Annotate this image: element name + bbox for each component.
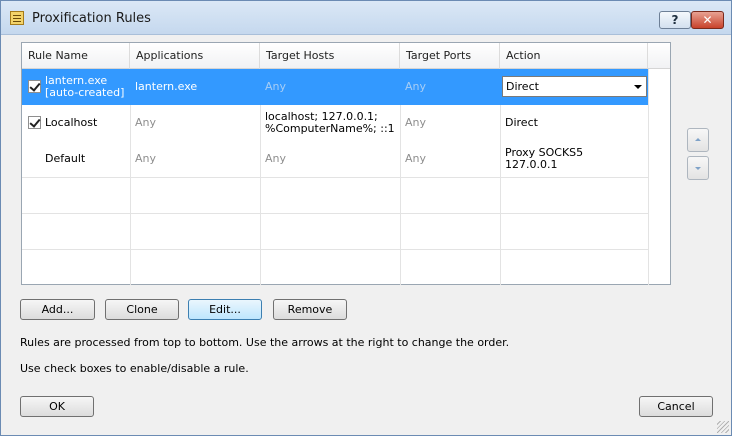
edit-button[interactable]: Edit...	[188, 299, 262, 320]
cancel-button[interactable]: Cancel	[639, 396, 713, 417]
column-divider	[648, 69, 649, 285]
applications-cell: Any	[135, 116, 157, 129]
applications-cell: Any	[135, 152, 157, 165]
rules-app-icon	[10, 11, 24, 25]
ok-button[interactable]: OK	[20, 396, 94, 417]
header-action[interactable]: Action	[500, 43, 648, 69]
row-divider	[22, 249, 648, 250]
action-line: 127.0.0.1	[505, 158, 558, 171]
chevron-down-icon	[634, 85, 642, 89]
window-title: Proxification Rules	[32, 11, 151, 26]
title-bar[interactable]: Proxification Rules ? ✕	[1, 1, 731, 35]
table-header: Rule Name Applications Target Hosts Targ…	[22, 43, 670, 69]
applications-cell: lantern.exe	[135, 80, 198, 93]
clone-button[interactable]: Clone	[105, 299, 179, 320]
rule-name-sub: [auto-created]	[45, 86, 125, 99]
help-button[interactable]: ?	[659, 11, 691, 29]
target-ports-cell: Any	[405, 116, 427, 129]
action-dropdown[interactable]: Direct	[502, 76, 647, 97]
rule-name-cell: Localhost	[45, 116, 98, 129]
move-down-button[interactable]	[687, 156, 709, 180]
row-divider	[22, 213, 648, 214]
table-row[interactable]: lantern.exe [auto-created] lantern.exe A…	[22, 69, 648, 105]
header-applications[interactable]: Applications	[130, 43, 260, 69]
rules-table[interactable]: Rule Name Applications Target Hosts Targ…	[21, 42, 671, 285]
resize-grip-icon[interactable]	[717, 421, 729, 433]
target-hosts-cell: Any	[265, 80, 287, 93]
action-cell: Proxy SOCKS5 127.0.0.1	[500, 141, 648, 177]
table-row[interactable]: Localhost Any localhost; 127.0.0.1; %Com…	[22, 105, 648, 141]
table-row[interactable]: Default Any Any Any Proxy SOCKS5 127.0.0…	[22, 141, 648, 177]
rule-name-cell: lantern.exe [auto-created]	[40, 69, 130, 105]
close-button[interactable]: ✕	[691, 11, 724, 29]
target-ports-cell: Any	[405, 152, 427, 165]
target-hosts-cell: Any	[265, 152, 287, 165]
target-hosts-line: %ComputerName%; ::1	[265, 122, 395, 135]
header-target-hosts[interactable]: Target Hosts	[260, 43, 400, 69]
action-cell: Direct	[505, 116, 538, 129]
add-button[interactable]: Add...	[20, 299, 95, 320]
target-hosts-cell: localhost; 127.0.0.1; %ComputerName%; ::…	[260, 105, 400, 141]
row-divider	[22, 177, 648, 178]
proxification-rules-window: Proxification Rules ? ✕ Rule Name Applic…	[0, 0, 732, 436]
remove-button[interactable]: Remove	[273, 299, 347, 320]
rule-name-cell: Default	[45, 152, 86, 165]
checkbox-info-text: Use check boxes to enable/disable a rule…	[20, 362, 249, 375]
order-info-text: Rules are processed from top to bottom. …	[20, 336, 510, 349]
header-target-ports[interactable]: Target Ports	[400, 43, 500, 69]
action-dropdown-value: Direct	[506, 80, 539, 93]
target-ports-cell: Any	[405, 80, 427, 93]
move-up-button[interactable]	[687, 128, 709, 152]
header-rule-name[interactable]: Rule Name	[22, 43, 130, 69]
